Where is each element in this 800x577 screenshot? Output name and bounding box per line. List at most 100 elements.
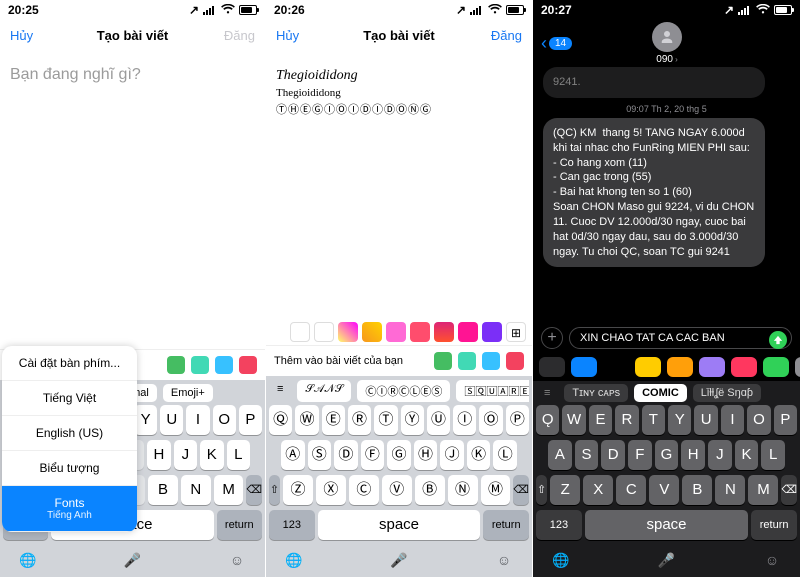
popover-item[interactable]: English (US)	[2, 416, 137, 451]
key-letter[interactable]: W	[562, 405, 585, 435]
key-letter[interactable]: L	[227, 440, 250, 470]
imessage-app-icon[interactable]	[635, 357, 661, 377]
key-letter[interactable]: X	[583, 475, 613, 505]
text-bg-icon[interactable]	[482, 352, 500, 370]
key-letter[interactable]: Ǫ	[536, 405, 559, 435]
key-letter[interactable]: E	[589, 405, 612, 435]
globe-icon[interactable]: 🌐	[550, 549, 572, 571]
stickers-icon[interactable]: ☺	[226, 549, 248, 571]
live-icon[interactable]	[239, 356, 257, 374]
key-letter[interactable]: Ⓜ	[481, 475, 511, 505]
composer-area[interactable]: Thegioididong Thegioididong ⓉⒽⒺⒼⒾⓄⒾⒹⒾⒹⓄⓃ…	[266, 51, 532, 319]
key-letter[interactable]: I	[721, 405, 744, 435]
font-chip[interactable]: Emoji+	[163, 384, 213, 402]
popover-item-selected[interactable]: Fonts Tiếng Anh	[2, 486, 137, 532]
font-chip[interactable]: ⒸⒾⓇⒸⓁⒺⓈ	[357, 380, 450, 402]
key-letter[interactable]: P	[239, 405, 262, 435]
key-letter[interactable]: P	[774, 405, 797, 435]
bg-swatch[interactable]	[458, 322, 478, 342]
camera-icon[interactable]	[167, 356, 185, 374]
bg-swatch[interactable]	[434, 322, 454, 342]
key-letter[interactable]: Ⓗ	[414, 440, 438, 470]
key-letter[interactable]: Ⓒ	[349, 475, 379, 505]
key-return[interactable]: return	[483, 510, 529, 540]
cancel-button[interactable]: Hủy	[276, 28, 321, 43]
bg-swatch[interactable]	[362, 322, 382, 342]
popover-item[interactable]: Tiếng Việt	[2, 381, 137, 416]
stickers-icon[interactable]: ☺	[493, 549, 515, 571]
post-button[interactable]: Đăng	[210, 28, 255, 43]
bg-swatch[interactable]	[482, 322, 502, 342]
globe-icon[interactable]: 🌐	[283, 549, 305, 571]
live-icon[interactable]	[506, 352, 524, 370]
key-letter[interactable]: D	[601, 440, 625, 470]
key-letter[interactable]: Y	[668, 405, 691, 435]
plus-button[interactable]: +	[541, 327, 563, 349]
key-letter[interactable]: V	[649, 475, 679, 505]
key-letter[interactable]: N	[715, 475, 745, 505]
popover-item[interactable]: Biểu tượng	[2, 451, 137, 486]
message-thread[interactable]: 9241. 09:07 Th 2, 20 thg 5 (QC) KM thang…	[533, 67, 800, 323]
key-letter[interactable]: Ⓥ	[382, 475, 412, 505]
key-letter[interactable]: Y	[134, 405, 157, 435]
message-input[interactable]: XIN CHAO TAT CA CAC BAN	[569, 327, 792, 349]
key-letter[interactable]: Ⓤ	[427, 405, 450, 435]
contact-name[interactable]: 090	[656, 54, 673, 65]
key-letter[interactable]: B	[682, 475, 712, 505]
send-button[interactable]	[769, 331, 787, 349]
key-letter[interactable]: Ⓔ	[322, 405, 345, 435]
photo-icon[interactable]	[458, 352, 476, 370]
key-backspace[interactable]: ⌫	[513, 475, 529, 505]
key-letter[interactable]: M	[214, 475, 244, 505]
key-letter[interactable]: B	[148, 475, 178, 505]
imessage-app-icon[interactable]	[667, 357, 693, 377]
drag-handle-icon[interactable]: ≡	[536, 384, 558, 402]
key-letter[interactable]: Ⓣ	[374, 405, 397, 435]
key-letter[interactable]: Ⓖ	[387, 440, 411, 470]
key-letter[interactable]: A	[548, 440, 572, 470]
key-letter[interactable]: Ⓧ	[316, 475, 346, 505]
avatar[interactable]	[652, 22, 682, 52]
key-letter[interactable]: O	[747, 405, 770, 435]
key-letter[interactable]: C	[616, 475, 646, 505]
key-letter[interactable]: Ⓘ	[453, 405, 476, 435]
key-letter[interactable]: Ⓐ	[281, 440, 305, 470]
key-backspace[interactable]: ⌫	[781, 475, 797, 505]
key-letter[interactable]: O	[213, 405, 236, 435]
key-return[interactable]: return	[751, 510, 797, 540]
key-space[interactable]: space	[585, 510, 748, 540]
font-chip[interactable]: Lǐƚƚʆë Sŋɑƥ	[693, 384, 761, 402]
key-letter[interactable]: Ⓛ	[493, 440, 517, 470]
key-letter[interactable]: I	[186, 405, 209, 435]
key-letter[interactable]: Ⓩ	[283, 475, 313, 505]
stickers-icon[interactable]: ☺	[761, 549, 783, 571]
key-letter[interactable]: Ⓚ	[467, 440, 491, 470]
key-letter[interactable]: Ⓠ	[269, 405, 292, 435]
camera-icon[interactable]	[434, 352, 452, 370]
key-letter[interactable]: Ⓞ	[479, 405, 502, 435]
key-letter[interactable]: U	[160, 405, 183, 435]
mic-icon[interactable]: 🎤	[656, 549, 678, 571]
imessage-app-icon[interactable]	[763, 357, 789, 377]
imessage-apps-row[interactable]	[533, 353, 800, 381]
key-letter[interactable]: K	[735, 440, 759, 470]
font-chip-selected[interactable]: COMIC	[634, 384, 687, 402]
font-bar[interactable]: ≡ 𝒮𝒜𝒩𝒮 ⒸⒾⓇⒸⓁⒺⓈ 🅂🅀🅄🄰🅁🄴🅂 Share A	[269, 380, 529, 405]
key-letter[interactable]: N	[181, 475, 211, 505]
key-letter[interactable]: F	[628, 440, 652, 470]
bg-swatch[interactable]	[410, 322, 430, 342]
back-badge[interactable]: 14	[549, 37, 572, 50]
key-letter[interactable]: U	[694, 405, 717, 435]
key-letter[interactable]: Ⓝ	[448, 475, 478, 505]
key-letter[interactable]: L	[761, 440, 785, 470]
font-bar[interactable]: ≡ Tɪɴʏ ᴄᴀᴘs COMIC Lǐƚƚʆë Sŋɑƥ	[536, 384, 797, 405]
key-letter[interactable]: Ⓢ	[308, 440, 332, 470]
photo-icon[interactable]	[191, 356, 209, 374]
key-shift[interactable]: ⇧	[536, 475, 547, 505]
popover-item[interactable]: Cài đặt bàn phím...	[2, 346, 137, 381]
font-chip[interactable]: 🅂🅀🅄🄰🅁🄴🅂	[456, 380, 529, 402]
key-letter[interactable]: S	[575, 440, 599, 470]
key-letter[interactable]: J	[174, 440, 197, 470]
drag-handle-icon[interactable]: ≡	[269, 380, 291, 402]
cancel-button[interactable]: Hủy	[10, 28, 55, 43]
